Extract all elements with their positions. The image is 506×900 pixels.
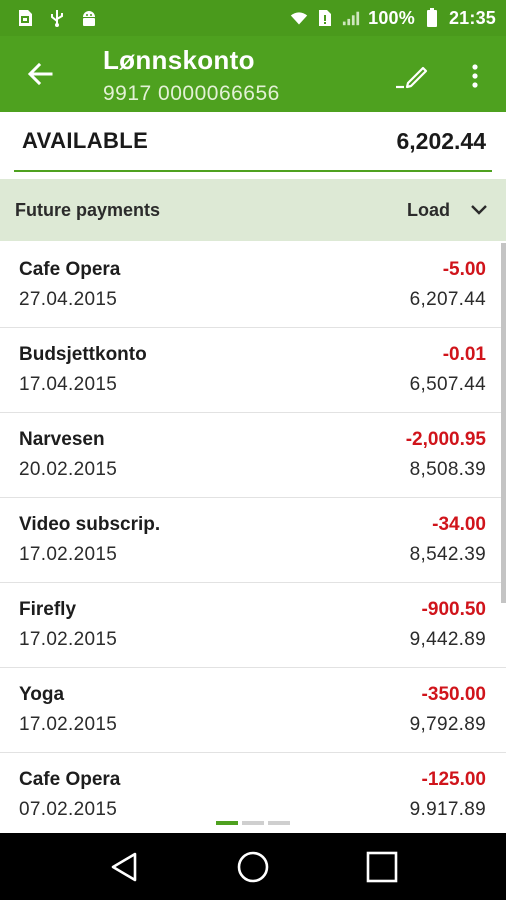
transaction-balance: 9,442.89 — [409, 629, 486, 650]
page-indicator-dot[interactable] — [242, 821, 264, 825]
transaction-amount: -5.00 — [442, 259, 486, 280]
nav-recents-button[interactable] — [358, 843, 406, 891]
transaction-name: Video subscrip. — [19, 514, 161, 535]
transaction-name: Narvesen — [19, 429, 105, 450]
nav-back-button[interactable] — [100, 843, 148, 891]
battery-percent: 100% — [368, 7, 415, 28]
transaction-name: Cafe Opera — [19, 769, 121, 790]
status-bar-notifications — [16, 9, 98, 27]
transaction-balance: 9,792.89 — [409, 714, 486, 735]
back-button[interactable] — [20, 54, 60, 94]
android-icon — [80, 9, 98, 27]
transaction-balance: 6,207.44 — [409, 289, 486, 310]
load-label: Load — [407, 199, 450, 220]
transaction-amount: -125.00 — [421, 769, 486, 790]
transaction-row[interactable]: Cafe Opera 27.04.2015 -5.00 6,207.44 — [0, 243, 506, 328]
transaction-amount: -900.50 — [421, 599, 486, 620]
clock: 21:35 — [448, 7, 496, 28]
battery-icon — [423, 8, 441, 27]
status-bar-system: 100% 21:35 — [290, 8, 496, 29]
transaction-row[interactable]: Budsjettkonto 17.04.2015 -0.01 6,507.44 — [0, 328, 506, 413]
available-label: AVAILABLE — [22, 128, 149, 153]
edit-button[interactable] — [390, 56, 434, 96]
transaction-row[interactable]: Firefly 17.02.2015 -900.50 9,442.89 — [0, 583, 506, 668]
transaction-date: 17.02.2015 — [19, 544, 118, 565]
more-options-button[interactable] — [455, 56, 495, 96]
future-payments-title: Future payments — [15, 199, 161, 220]
transaction-date: 07.02.2015 — [19, 799, 118, 815]
transaction-amount: -350.00 — [421, 684, 486, 705]
transaction-name: Budsjettkonto — [19, 344, 147, 365]
account-number: 9917 0000066656 — [103, 82, 280, 105]
transaction-date: 17.02.2015 — [19, 629, 118, 650]
transaction-name: Cafe Opera — [19, 259, 121, 280]
transaction-row[interactable]: Video subscrip. 17.02.2015 -34.00 8,542.… — [0, 498, 506, 583]
status-bar: 100% 21:35 — [0, 0, 506, 36]
usb-icon — [48, 9, 66, 27]
more-vert-icon — [472, 64, 478, 88]
transaction-date: 27.04.2015 — [19, 289, 118, 310]
chevron-down-icon — [471, 205, 487, 215]
nav-home-icon — [237, 851, 269, 882]
page-indicator-dot[interactable] — [216, 821, 238, 825]
sim-alert-icon — [316, 9, 334, 27]
account-title: Lønnskonto — [103, 45, 255, 75]
transaction-date: 17.04.2015 — [19, 374, 118, 395]
transaction-amount: -2,000.95 — [405, 429, 486, 450]
transaction-row[interactable]: Narvesen 20.02.2015 -2,000.95 8,508.39 — [0, 413, 506, 498]
available-balance-row: AVAILABLE 6,202.44 — [14, 112, 492, 172]
transaction-row[interactable]: Yoga 17.02.2015 -350.00 9,792.89 — [0, 668, 506, 753]
nav-back-icon — [112, 852, 137, 881]
transaction-amount: -34.00 — [432, 514, 486, 535]
transaction-name: Firefly — [19, 599, 77, 620]
nav-recents-icon — [366, 851, 397, 882]
signal-icon — [342, 9, 360, 27]
transaction-list[interactable]: Cafe Opera 27.04.2015 -5.00 6,207.44 Bud… — [0, 243, 506, 815]
load-button[interactable]: Load — [407, 200, 488, 221]
transaction-name: Yoga — [19, 684, 65, 705]
pencil-icon — [396, 66, 428, 89]
nav-home-button[interactable] — [229, 843, 277, 891]
system-nav-bar — [0, 833, 506, 900]
transaction-row[interactable]: Cafe Opera 07.02.2015 -125.00 9,917.89 — [0, 753, 506, 815]
transaction-balance: 6,507.44 — [409, 374, 486, 395]
future-payments-header[interactable]: Future payments Load — [0, 179, 506, 241]
transaction-balance: 8,508.39 — [409, 459, 486, 480]
page-indicator — [216, 821, 290, 825]
transaction-amount: -0.01 — [442, 344, 486, 365]
transaction-date: 17.02.2015 — [19, 714, 118, 735]
sim-icon — [16, 9, 34, 27]
transaction-balance: 8,542.39 — [409, 544, 486, 565]
wifi-icon — [290, 9, 308, 27]
available-value: 6,202.44 — [396, 127, 486, 154]
app-bar: Lønnskonto 9917 0000066656 — [0, 36, 506, 112]
transaction-balance: 9,917.89 — [409, 799, 486, 815]
page-indicator-dot[interactable] — [268, 821, 290, 825]
transaction-date: 20.02.2015 — [19, 459, 118, 480]
list-scrollbar[interactable] — [501, 243, 506, 603]
arrow-back-icon — [27, 62, 53, 86]
